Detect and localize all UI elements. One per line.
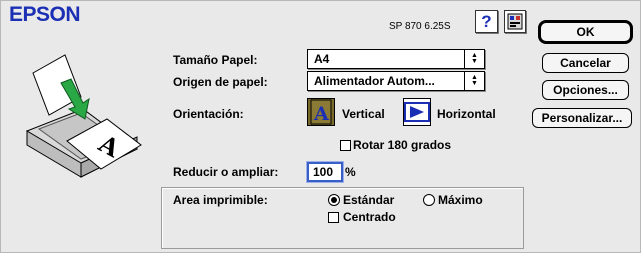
orientation-horizontal-button[interactable] [403, 98, 431, 126]
driver-version: SP 870 6.25S [389, 21, 451, 32]
standard-label: Estándar [343, 193, 395, 207]
paper-source-value: Alimentador Autom... [314, 74, 435, 88]
centered-checkbox[interactable] [328, 212, 339, 223]
printable-area-label: Area imprimible: [173, 193, 268, 207]
help-button[interactable]: ? [475, 10, 498, 33]
help-icon: ? [481, 11, 492, 31]
scale-label: Reducir o ampliar: [173, 165, 279, 179]
paper-size-label: Tamaño Papel: [173, 53, 258, 67]
rotate-180-checkbox[interactable] [340, 140, 351, 151]
updown-arrows-icon: ▲ ▼ [464, 72, 484, 90]
orientation-vertical-label: Vertical [342, 107, 385, 121]
ok-button[interactable]: OK [538, 20, 633, 44]
customize-button[interactable]: Personalizar... [532, 108, 632, 128]
cancel-button[interactable]: Cancelar [542, 53, 629, 73]
orientation-horizontal-label: Horizontal [437, 107, 496, 121]
options-button[interactable]: Opciones... [542, 80, 629, 100]
standard-radio[interactable] [328, 194, 340, 206]
portrait-icon: A [310, 99, 332, 125]
rotate-180-label: Rotar 180 grados [353, 138, 452, 152]
scale-unit: % [345, 165, 356, 179]
svg-text:A: A [313, 103, 329, 125]
printer-illustration: A [26, 54, 142, 178]
utility-button[interactable] [504, 10, 526, 33]
updown-arrows-icon: ▲ ▼ [464, 50, 484, 68]
orientation-vertical-button[interactable]: A [307, 98, 335, 126]
scale-input[interactable]: 100 [307, 162, 343, 182]
utility-icon [507, 13, 523, 30]
landscape-icon [404, 102, 430, 122]
epson-logo: EPSON [9, 3, 81, 26]
paper-source-select[interactable]: Alimentador Autom... ▲ ▼ [307, 71, 485, 91]
orientation-label: Orientación: [173, 107, 244, 121]
paper-source-label: Origen de papel: [173, 75, 268, 89]
centered-label: Centrado [343, 210, 396, 224]
maximum-radio[interactable] [423, 194, 435, 206]
paper-size-value: A4 [314, 52, 330, 66]
maximum-label: Máximo [438, 193, 483, 207]
print-setup-dialog: EPSON SP 870 6.25S ? OK Cancelar Opcione… [0, 0, 641, 253]
paper-size-select[interactable]: A4 ▲ ▼ [307, 49, 485, 69]
